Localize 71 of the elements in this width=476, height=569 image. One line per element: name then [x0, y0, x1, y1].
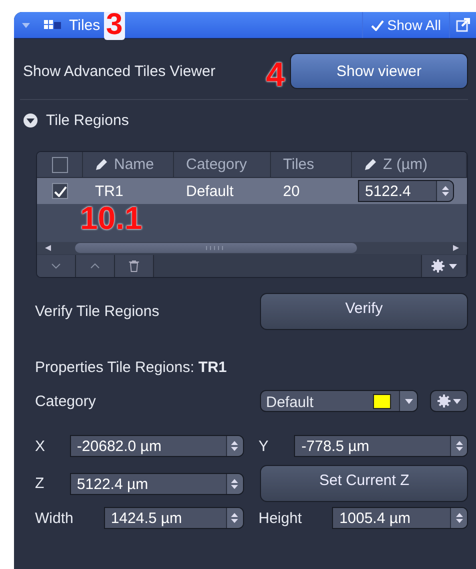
horizontal-scrollbar[interactable]	[37, 242, 467, 254]
x-label: X	[35, 438, 46, 454]
category-settings-button[interactable]	[430, 390, 468, 412]
callout-number: 4	[266, 58, 285, 92]
pencil-icon	[95, 158, 108, 171]
table-cell: Default	[186, 182, 234, 200]
scroll-right-icon	[453, 245, 459, 251]
check-icon	[54, 186, 66, 196]
number-field[interactable]: 5122.4	[358, 180, 454, 202]
check-icon	[371, 20, 384, 30]
dropdown-button[interactable]	[399, 391, 417, 411]
show-all-toggle[interactable]: Show All	[362, 12, 450, 38]
width-label: Width	[35, 510, 74, 526]
pencil-icon	[364, 158, 377, 171]
table-cell: 20	[283, 182, 300, 200]
panel-title: Tiles	[69, 16, 100, 34]
scroll-thumb[interactable]	[75, 243, 357, 253]
callout-number: 3	[104, 12, 125, 40]
spinner-button[interactable]	[226, 474, 243, 494]
chevron-circle-icon[interactable]	[23, 113, 38, 128]
number-field[interactable]: 5122.4 µm	[70, 472, 244, 494]
spinner-button[interactable]	[226, 508, 243, 528]
spinner-icon	[231, 440, 238, 452]
properties-title: Properties Tile Regions: TR1	[35, 359, 228, 376]
height-label: Height	[258, 510, 303, 526]
chevron-down-icon	[51, 263, 61, 269]
viewer-label: Show Advanced Tiles Viewer	[23, 62, 216, 80]
table-row[interactable]: TR1 Default 20 5122.4	[37, 178, 467, 204]
gear-icon	[437, 394, 451, 408]
z-label: Z	[35, 475, 46, 492]
spinner-icon	[231, 478, 238, 490]
checkbox[interactable]	[52, 156, 68, 172]
spinner-button[interactable]	[436, 181, 453, 201]
section-title: Tile Regions	[46, 112, 130, 129]
caret-icon	[453, 397, 461, 405]
verify-label: Verify Tile Regions	[35, 303, 160, 320]
spinner-button[interactable]	[450, 436, 467, 456]
number-field[interactable]: 1005.4 µm	[332, 507, 468, 529]
verify-button[interactable]: Verify	[260, 293, 468, 330]
spinner-icon	[456, 440, 462, 452]
gear-icon	[431, 259, 445, 273]
spinner-icon	[442, 185, 448, 197]
popout-icon	[456, 18, 470, 32]
number-field[interactable]: -778.5 µm	[294, 435, 468, 457]
tiles-icon	[44, 20, 61, 30]
spinner-button[interactable]	[450, 508, 467, 528]
spinner-button[interactable]	[226, 436, 243, 456]
chevron-up-icon	[90, 263, 100, 269]
column-header[interactable]: Tiles	[271, 152, 352, 177]
category-label: Category	[35, 392, 97, 410]
number-field[interactable]: -20682.0 µm	[70, 435, 244, 457]
spinner-icon	[456, 512, 462, 524]
caret-icon	[449, 262, 457, 270]
number-field[interactable]: 1424.5 µm	[104, 507, 244, 529]
settings-menu-button[interactable]	[421, 255, 467, 277]
caret-icon	[22, 21, 30, 29]
column-header[interactable]: Z (µm)	[352, 152, 467, 177]
spinner-icon	[231, 512, 238, 524]
show-viewer-button[interactable]: Show viewer	[290, 53, 468, 89]
y-label: Y	[258, 438, 270, 454]
category-dropdown[interactable]: Default	[260, 390, 418, 412]
column-header[interactable]: Name	[83, 152, 174, 177]
trash-icon	[129, 260, 139, 272]
column-header[interactable]: Category	[174, 152, 271, 177]
scroll-left-icon	[45, 245, 51, 251]
table-cell: TR1	[95, 182, 124, 200]
set-current-z-button[interactable]: Set Current Z	[260, 465, 468, 502]
delete-button[interactable]	[115, 255, 154, 277]
caret-icon	[404, 397, 412, 405]
checkbox[interactable]	[52, 183, 68, 199]
callout-number: 10.1	[80, 202, 142, 234]
